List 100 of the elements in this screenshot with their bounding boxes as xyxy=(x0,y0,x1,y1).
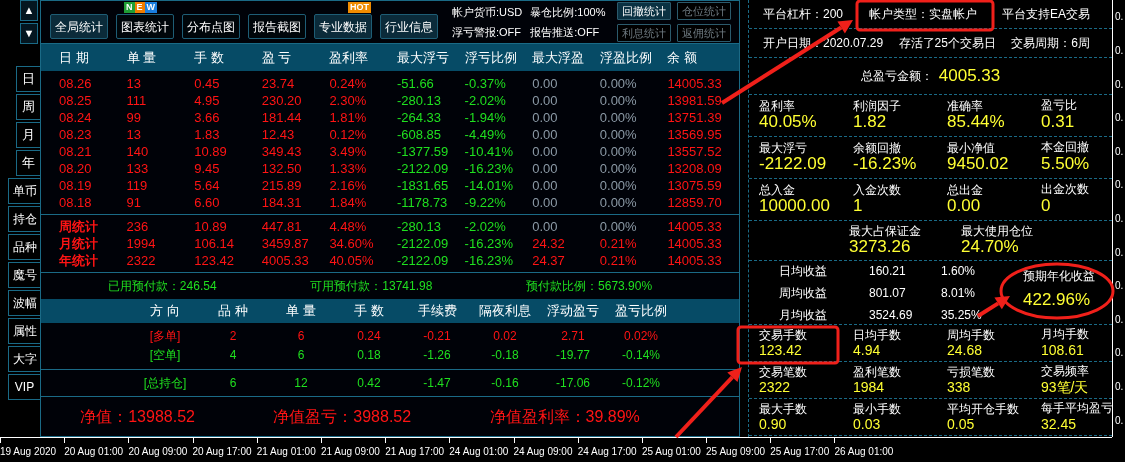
side-tab[interactable]: 大字 xyxy=(8,346,40,372)
table-cell-text: 0.00 xyxy=(532,160,558,178)
toolbar-button[interactable]: 报告截图 xyxy=(248,14,306,39)
period-tab[interactable]: 月 xyxy=(16,122,40,148)
table-cell-text: 0.00% xyxy=(599,75,637,93)
table-cell-text: 0.00 xyxy=(532,177,558,195)
table-cell-text: [多单] xyxy=(149,327,181,345)
stat-value: 24.68 xyxy=(947,342,984,359)
time-label: 20 Aug 01:00 xyxy=(64,438,129,462)
stat-value: 0.00 xyxy=(947,197,982,217)
stat-label: 最大占保证金 xyxy=(849,223,922,239)
badge-letter: E xyxy=(134,2,145,13)
stat-value: 3273.26 xyxy=(849,238,912,258)
column-header: 最大浮盈 xyxy=(532,48,586,67)
stat-label: 利润因子 xyxy=(853,98,902,114)
toolbar-button[interactable]: 分布点图 xyxy=(182,14,240,39)
time-label: 25 Aug 01:00 xyxy=(641,438,707,462)
stat-button[interactable]: 回撤统计 xyxy=(617,2,672,20)
account-detail: 平台支持EA交易 xyxy=(1001,6,1090,22)
table-cell-text: -1.94% xyxy=(464,109,506,127)
table-cell-text: -280.13 xyxy=(397,92,442,110)
period-tab[interactable]: 年 xyxy=(16,150,40,176)
column-header: 日 期 xyxy=(59,48,90,67)
stat-value: 0.90 xyxy=(759,416,788,433)
toolbar-button[interactable]: 专业数据 xyxy=(314,14,372,39)
table-cell-text: -608.85 xyxy=(397,126,442,144)
toolbar-button[interactable]: 图表统计 xyxy=(116,14,174,39)
table-cell-text: 106.14 xyxy=(194,235,234,253)
period-tab[interactable]: 周 xyxy=(16,94,40,120)
table-cell-text: 13569.95 xyxy=(667,126,722,144)
stat-label: 最大手数 xyxy=(759,401,808,417)
side-tab[interactable]: 单币 xyxy=(8,178,40,204)
axis-label: 0. xyxy=(1115,312,1125,327)
stat-label: 总出金 xyxy=(947,182,984,198)
table-cell-text: 6.60 xyxy=(194,194,220,212)
table-cell-text: -16.23% xyxy=(464,160,513,178)
table-cell-text: 181.44 xyxy=(261,109,302,127)
table-cell-text: 13208.09 xyxy=(667,160,722,178)
table-cell-text: 0.02% xyxy=(624,327,658,345)
table-cell-text: -2.02% xyxy=(464,218,506,236)
table-cell-text: 6 xyxy=(297,327,305,345)
column-header: 盈 亏 xyxy=(261,48,293,67)
time-label: 20 Aug 17:00 xyxy=(192,438,257,462)
highlight-value: 422.96% xyxy=(1023,291,1092,311)
period-tab[interactable]: 日 xyxy=(16,66,40,92)
table-cell-text: 08.26 xyxy=(59,75,92,93)
time-label: 21 Aug 17:00 xyxy=(385,438,450,462)
scroll-button[interactable]: ▼ xyxy=(20,23,38,44)
average-label: 月均收益 xyxy=(779,306,828,324)
side-tab[interactable]: VIP xyxy=(8,374,40,400)
table-cell-text: 14005.33 xyxy=(667,252,722,270)
equity-text: 净值盈利率：39.89% xyxy=(489,406,640,427)
table-cell-text: 119 xyxy=(126,177,148,195)
stat-label: 周均手数 xyxy=(947,327,996,343)
account-detail: 开户日期：2020.07.29 xyxy=(763,35,884,51)
scroll-button[interactable]: ▲ xyxy=(20,0,38,21)
stat-label: 亏损笔数 xyxy=(947,364,996,380)
time-label: 26 Aug 01:00 xyxy=(834,438,899,462)
stat-label: 最小手数 xyxy=(853,401,902,417)
table-cell-text: 13751.39 xyxy=(667,109,722,127)
stat-label: 日均手数 xyxy=(853,327,902,343)
table-cell-text: [空单] xyxy=(149,346,181,364)
column-header: 盈利率 xyxy=(329,48,370,67)
side-tab[interactable]: 品种 xyxy=(8,234,40,260)
side-tab[interactable]: 属性 xyxy=(8,318,40,344)
table-cell-text: 0.00 xyxy=(532,92,558,110)
table-cell-text: 23.74 xyxy=(261,75,295,93)
table-cell-text: 133 xyxy=(126,160,149,178)
table-cell-text: 0.12% xyxy=(329,126,367,144)
side-tab[interactable]: 魔号 xyxy=(8,262,40,288)
column-header: 单 量 xyxy=(286,302,316,321)
table-cell-text: 24.32 xyxy=(532,235,565,253)
table-cell-text: 4 xyxy=(229,346,237,364)
table-cell-text: 24.37 xyxy=(532,252,565,270)
stat-value: 93笔/天 xyxy=(1041,378,1090,395)
table-cell-text: 40.05% xyxy=(329,252,374,270)
table-cell-text: -51.66 xyxy=(397,75,434,93)
table-cell-text: 12859.70 xyxy=(667,194,722,212)
side-tab[interactable]: 持仓 xyxy=(8,206,40,232)
table-cell-text: -16.23% xyxy=(464,235,513,253)
side-tab[interactable]: 波幅 xyxy=(8,290,40,316)
toolbar-button[interactable]: 行业信息 xyxy=(380,14,438,39)
table-cell-text: 215.89 xyxy=(261,177,302,195)
stat-value: 1 xyxy=(853,197,864,217)
stat-label: 平均开仓手数 xyxy=(947,401,1020,417)
table-cell-text: 13 xyxy=(126,75,142,93)
table-cell-text: 0.00% xyxy=(599,143,637,161)
table-cell-text: 0.00% xyxy=(599,218,637,236)
table-cell-text: 2 xyxy=(229,327,237,345)
column-header: 手续费 xyxy=(417,302,457,321)
stat-value: 24.70% xyxy=(961,238,1020,258)
prepayment-text: 已用预付款：246.54 xyxy=(107,278,217,295)
stat-label: 准确率 xyxy=(947,98,984,114)
table-cell-text: 08.20 xyxy=(59,160,92,178)
stat-value: 9450.02 xyxy=(947,155,1010,175)
table-cell-text: -1.26 xyxy=(423,346,451,364)
table-cell-text: 0.00% xyxy=(599,92,637,110)
stat-label: 交易笔数 xyxy=(759,364,808,380)
toolbar-button[interactable]: 全局统计 xyxy=(50,14,108,39)
stat-value: 40.05% xyxy=(759,113,818,133)
